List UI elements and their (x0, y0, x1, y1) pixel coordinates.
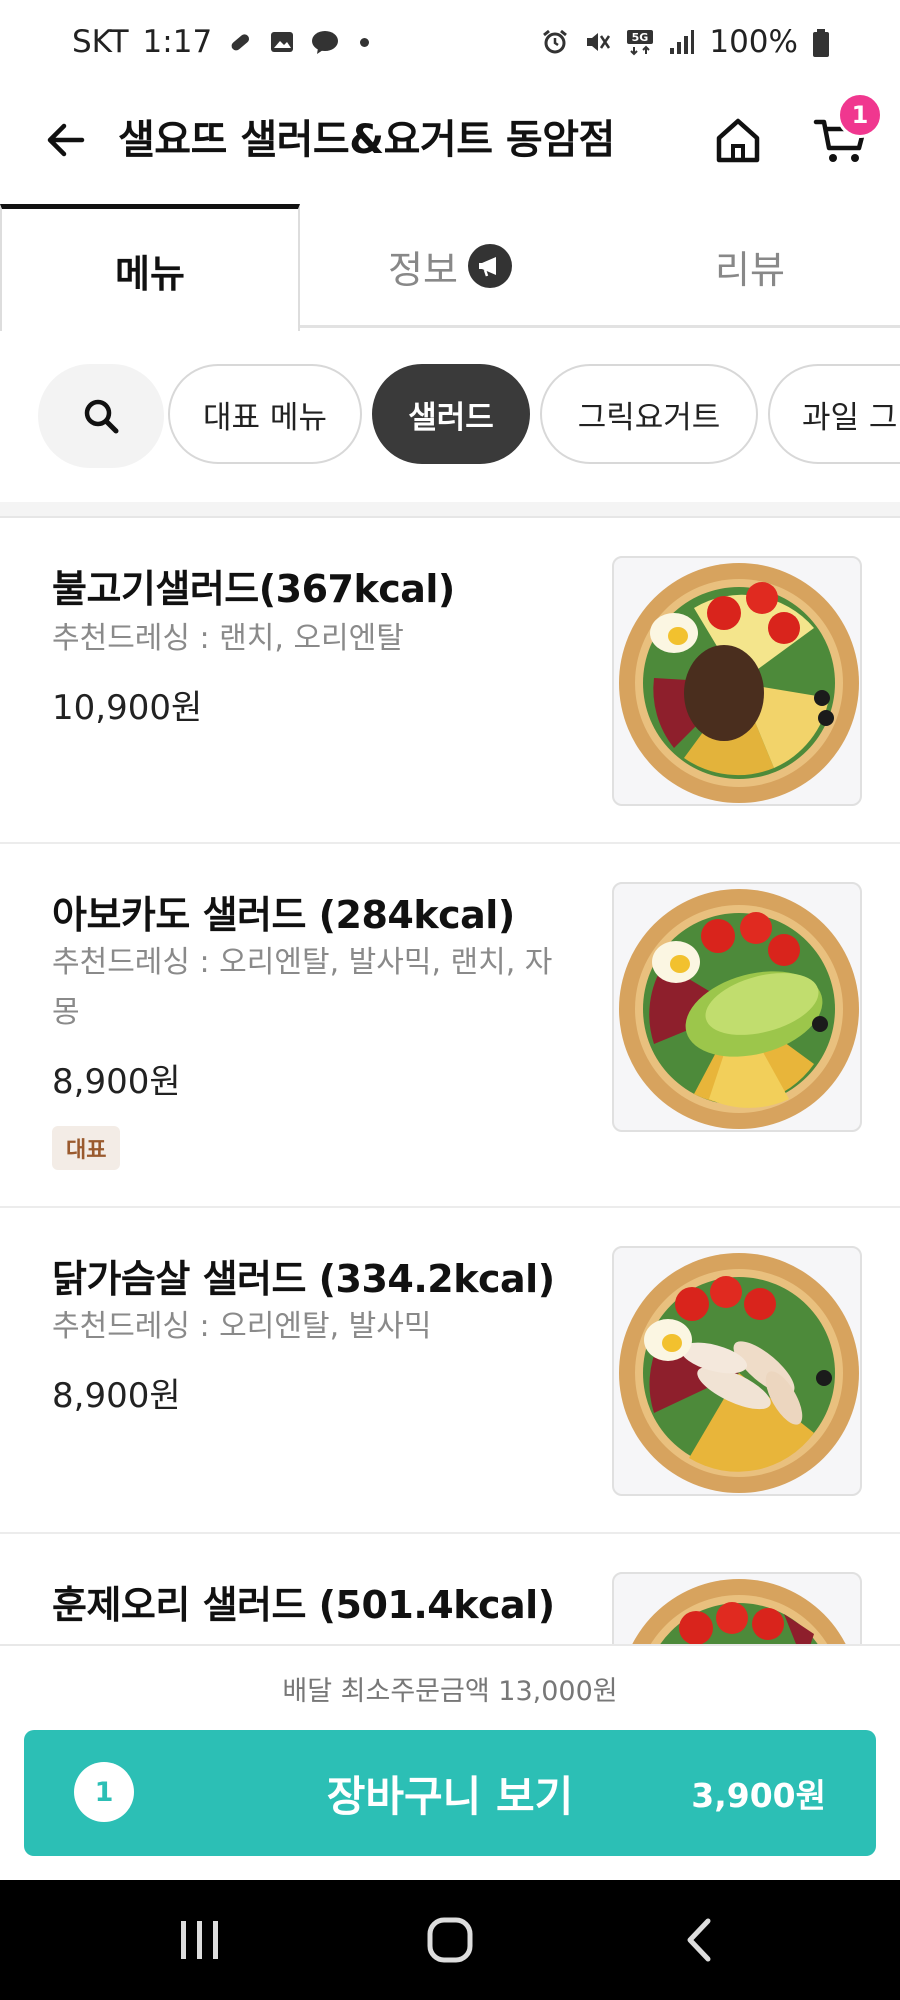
back-arrow-icon (47, 123, 85, 157)
menu-item-name: 닭가슴살 샐러드 (334.2kcal) (52, 1257, 555, 1301)
carrier-label: SKT (72, 24, 129, 60)
menu-list: 불고기샐러드(367kcal) 추천드레싱 : 랜치, 오리엔탈 10,900원… (0, 518, 900, 1644)
view-cart-button[interactable]: 1 장바구니 보기 3,900원 (24, 1730, 876, 1856)
section-divider (0, 502, 900, 518)
category-chip-featured[interactable]: 대표 메뉴 (168, 364, 362, 464)
mute-icon (583, 28, 611, 56)
home-icon (716, 118, 760, 163)
category-chip-greek-yogurt[interactable]: 그릭요거트 (540, 364, 758, 464)
notification-dot (360, 37, 370, 47)
back-nav-button[interactable] (660, 1910, 740, 1970)
menu-item-photo (612, 882, 862, 1132)
menu-item[interactable]: 닭가슴살 샐러드 (334.2kcal) 추천드레싱 : 오리엔탈, 발사믹 8… (0, 1208, 900, 1534)
menu-item-name: 불고기샐러드(367kcal) (52, 567, 455, 611)
megaphone-icon (467, 244, 512, 288)
cart-count-badge: 1 (837, 92, 883, 138)
menu-item-description: 추천드레싱 : 오리엔탈, 발사믹 (52, 1309, 432, 1344)
image-icon (268, 28, 296, 56)
store-title: 샐요뜨 샐러드&요거트 동암점 (118, 117, 615, 163)
battery-icon (812, 28, 840, 57)
menu-item-price: 8,900원 (52, 1376, 181, 1416)
recent-apps-icon (181, 1921, 218, 1959)
recent-apps-button[interactable] (160, 1910, 240, 1970)
menu-item-name: 훈제오리 샐러드 (501.4kcal) (52, 1583, 555, 1627)
featured-badge: 대표 (52, 1126, 121, 1170)
menu-item-description: 추천드레싱 : 랜치, 오리엔탈 (52, 621, 404, 656)
category-chips: 대표 메뉴 샐러드 그릭요거트 과일 그 (0, 328, 900, 502)
tab-menu-label: 메뉴 (115, 251, 185, 296)
menu-search-button[interactable] (38, 364, 164, 468)
system-nav-bar (0, 1880, 900, 2000)
app-header: 샐요뜨 샐러드&요거트 동암점 (0, 84, 900, 196)
store-tabs: 메뉴 정보 리뷰 (0, 204, 900, 331)
search-icon (84, 399, 119, 434)
menu-item[interactable]: 훈제오리 샐러드 (501.4kcal) (0, 1534, 900, 1644)
signal-icon (667, 28, 695, 56)
menu-item-photo (612, 1572, 862, 1644)
chevron-left-icon (687, 1918, 711, 1962)
tab-review-label: 리뷰 (715, 247, 785, 292)
tab-info[interactable]: 정보 (300, 204, 600, 328)
menu-item[interactable]: 아보카도 샐러드 (284kcal) 추천드레싱 : 오리엔탈, 발사믹, 랜치… (0, 844, 900, 1208)
menu-item-photo (612, 556, 862, 806)
talk-icon (310, 28, 339, 56)
category-chip-fruit[interactable]: 과일 그 (768, 364, 900, 464)
bottom-order-bar: 배달 최소주문금액 13,000원 1 장바구니 보기 3,900원 (0, 1644, 900, 1880)
menu-item[interactable]: 불고기샐러드(367kcal) 추천드레싱 : 랜치, 오리엔탈 10,900원 (0, 518, 900, 844)
tab-review[interactable]: 리뷰 (600, 204, 900, 328)
home-circle-icon (427, 1917, 473, 1963)
cart-total: 3,900원 (691, 1776, 826, 1815)
alarm-icon (541, 28, 569, 56)
menu-item-photo (612, 1246, 862, 1496)
home-button[interactable] (706, 108, 770, 172)
battery-percent: 100% (709, 24, 798, 60)
tab-menu[interactable]: 메뉴 (0, 204, 300, 331)
tab-info-label: 정보 (388, 247, 458, 292)
menu-item-name: 아보카도 샐러드 (284kcal) (52, 893, 515, 937)
menu-item-price: 8,900원 (52, 1062, 181, 1102)
menu-item-price: 10,900원 (52, 688, 203, 728)
network-5g-icon: 5G (625, 28, 654, 56)
back-button[interactable] (34, 108, 98, 172)
svg-text:5G: 5G (632, 31, 649, 44)
category-chip-salad[interactable]: 샐러드 (372, 364, 530, 464)
clock: 1:17 (142, 24, 213, 60)
min-order-notice: 배달 최소주문금액 13,000원 (282, 1675, 618, 1707)
status-bar: SKT 1:17 5G 100% (0, 0, 900, 84)
home-nav-button[interactable] (410, 1910, 490, 1970)
menu-item-description: 추천드레싱 : 오리엔탈, 발사믹, 랜치, 자몽 (52, 945, 553, 1030)
pill-icon (226, 28, 254, 56)
